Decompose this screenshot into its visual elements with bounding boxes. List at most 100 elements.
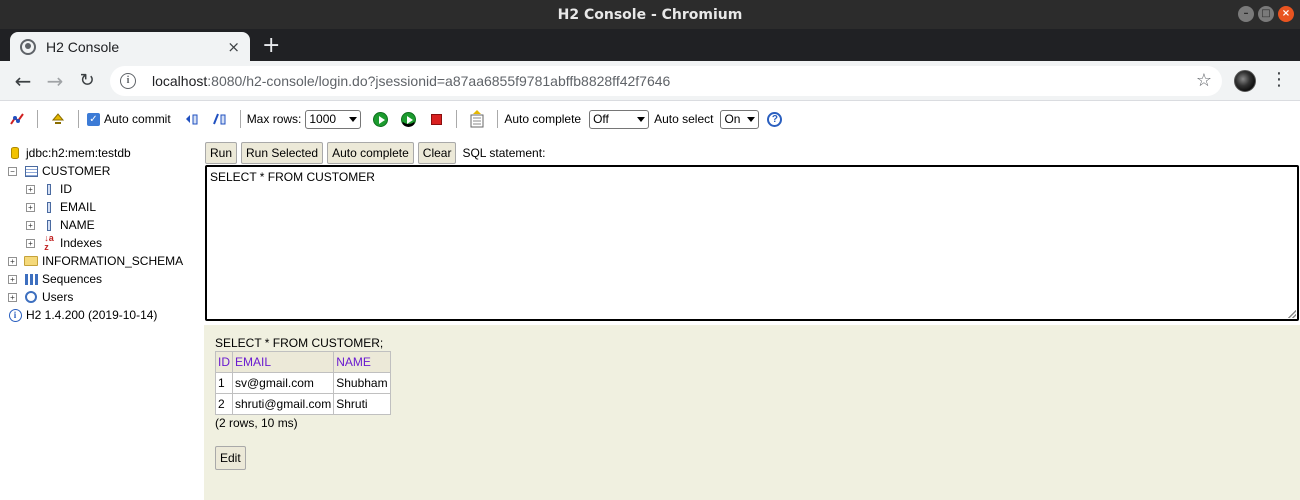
column-header[interactable]: ID — [215, 351, 233, 373]
auto-select-select[interactable]: On — [720, 109, 760, 129]
column-label: ID — [60, 182, 72, 196]
auto-select-value: On — [724, 112, 741, 126]
expand-icon[interactable]: + — [8, 274, 17, 284]
auto-select-label: Auto select — [654, 112, 714, 126]
run-icon[interactable] — [371, 110, 389, 128]
rollback-icon[interactable] — [183, 110, 201, 128]
tree-connection[interactable]: jdbc:h2:mem:testdb — [8, 144, 131, 162]
run-button[interactable]: Run — [205, 142, 238, 164]
auto-complete-value: Off — [593, 112, 609, 126]
folder-icon — [24, 254, 38, 268]
max-rows-label: Max rows: — [246, 112, 302, 126]
maximize-button[interactable]: □ — [1258, 6, 1274, 22]
table-cell: sv@gmail.com — [231, 372, 335, 394]
sequences-label: Sequences — [42, 272, 103, 286]
run-selected-button[interactable]: Run Selected — [241, 142, 324, 164]
result-summary: (2 rows, 10 ms) — [215, 416, 298, 430]
connection-label: jdbc:h2:mem:testdb — [26, 146, 131, 160]
tab-strip: H2 Console × + — [0, 29, 1300, 61]
url-text[interactable]: localhost:8080/h2-console/login.do?jsess… — [152, 73, 670, 89]
bookmark-star-icon[interactable]: ☆ — [1196, 70, 1212, 91]
minimize-button[interactable]: – — [1238, 6, 1254, 22]
clear-button[interactable]: Clear — [417, 142, 457, 164]
results-table: ID EMAIL NAME 1 sv@gmail.com Shubham 2 s… — [215, 351, 391, 415]
tree-version: i H2 1.4.200 (2019-10-14) — [8, 306, 157, 324]
close-window-button[interactable]: × — [1278, 6, 1294, 22]
sql-text: SELECT * FROM CUSTOMER — [210, 170, 375, 184]
tree-sequences[interactable]: + Sequences — [8, 270, 102, 288]
auto-complete-select[interactable]: Off — [589, 109, 650, 129]
sql-editor[interactable]: SELECT * FROM CUSTOMER — [205, 165, 1299, 321]
expand-icon[interactable]: + — [26, 184, 35, 194]
expand-icon[interactable]: + — [26, 220, 35, 230]
table-icon — [24, 164, 38, 178]
column-header[interactable]: NAME — [333, 351, 391, 373]
expand-icon[interactable]: + — [8, 292, 17, 302]
address-bar[interactable]: i localhost:8080/h2-console/login.do?jse… — [110, 66, 1222, 96]
column-header[interactable]: EMAIL — [231, 351, 335, 373]
expand-icon[interactable]: + — [8, 256, 17, 266]
table-cell: 1 — [215, 372, 233, 394]
help-icon[interactable]: ? — [767, 111, 783, 127]
site-info-icon[interactable]: i — [120, 73, 136, 89]
url-path: :8080/h2-console/login.do?jsessionid=a87… — [207, 73, 671, 89]
browser-menu-icon[interactable]: ⋮ — [1270, 70, 1288, 90]
column-icon — [42, 200, 56, 214]
profile-avatar[interactable] — [1234, 70, 1256, 92]
expand-icon[interactable]: + — [26, 202, 35, 212]
tree-indexes[interactable]: + ↓a z Indexes — [26, 234, 102, 252]
history-icon[interactable] — [468, 110, 486, 128]
info-icon: i — [8, 308, 22, 322]
tree-column-name[interactable]: + NAME — [26, 216, 95, 234]
auto-commit-toggle[interactable]: ✓ Auto commit — [87, 112, 171, 126]
resize-handle[interactable] — [1288, 310, 1296, 318]
max-rows-select[interactable]: 1000 — [305, 109, 362, 129]
column-icon — [42, 218, 56, 232]
forward-button[interactable]: → — [43, 69, 67, 93]
reload-button[interactable]: ↻ — [75, 69, 99, 93]
expand-icon[interactable]: + — [26, 238, 35, 248]
table-cell: 2 — [215, 393, 233, 415]
auto-complete-button[interactable]: Auto complete — [327, 142, 414, 164]
commit-icon[interactable] — [211, 110, 229, 128]
column-label: EMAIL — [60, 200, 97, 214]
table-header-row: ID EMAIL NAME — [215, 351, 391, 373]
disconnect-icon[interactable] — [8, 110, 26, 128]
sql-statement-label: SQL statement: — [462, 146, 546, 160]
stop-icon[interactable] — [427, 110, 445, 128]
toolbar-divider — [78, 110, 79, 128]
column-label: NAME — [60, 218, 95, 232]
tab-h2-console[interactable]: H2 Console × — [10, 32, 250, 61]
window-titlebar: H2 Console - Chromium – □ × — [0, 0, 1300, 29]
query-button-bar: Run Run Selected Auto complete Clear SQL… — [205, 142, 545, 164]
auto-commit-checkbox[interactable]: ✓ — [87, 112, 100, 126]
toolbar-divider — [37, 110, 38, 128]
back-button[interactable]: ← — [11, 69, 35, 93]
tree-users[interactable]: + Users — [8, 288, 73, 306]
table-cell: Shubham — [333, 372, 391, 394]
table-cell: Shruti — [333, 393, 391, 415]
browser-toolbar: ← → ↻ i localhost:8080/h2-console/login.… — [0, 61, 1300, 101]
toolbar-divider — [456, 110, 458, 128]
edit-button[interactable]: Edit — [215, 446, 246, 470]
results-panel: SELECT * FROM CUSTOMER; ID EMAIL NAME 1 … — [204, 325, 1300, 500]
refresh-icon[interactable] — [49, 110, 67, 128]
url-host: localhost — [152, 73, 208, 89]
tree-information-schema[interactable]: + INFORMATION_SCHEMA — [8, 252, 183, 270]
tree-column-email[interactable]: + EMAIL — [26, 198, 96, 216]
tab-close-icon[interactable]: × — [227, 38, 240, 56]
executed-query: SELECT * FROM CUSTOMER; — [215, 336, 384, 350]
column-icon — [42, 182, 56, 196]
new-tab-button[interactable]: + — [262, 34, 280, 58]
toolbar-divider — [497, 110, 499, 128]
tree-column-id[interactable]: + ID — [26, 180, 72, 198]
collapse-icon[interactable]: − — [8, 166, 17, 176]
query-panel: Run Run Selected Auto complete Clear SQL… — [204, 137, 1300, 500]
window-title: H2 Console - Chromium — [557, 6, 743, 23]
auto-complete-label: Auto complete — [504, 112, 582, 126]
schema-tree: jdbc:h2:mem:testdb − CUSTOMER + ID + EMA… — [0, 143, 204, 500]
index-icon: ↓a z — [44, 233, 54, 252]
table-row: 2 shruti@gmail.com Shruti — [215, 393, 391, 415]
run-selected-icon[interactable] — [399, 110, 417, 128]
tree-table-customer[interactable]: − CUSTOMER — [8, 162, 110, 180]
